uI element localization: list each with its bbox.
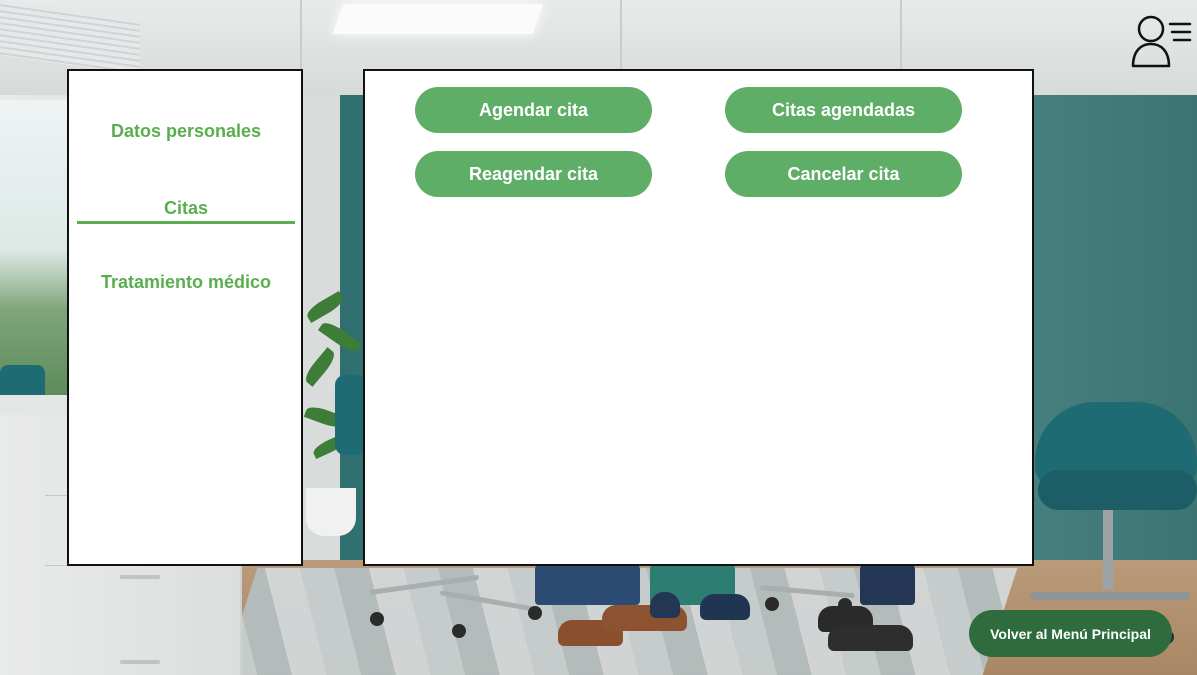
citas-agendadas-button[interactable]: Citas agendadas (725, 87, 962, 133)
back-to-main-menu-button[interactable]: Volver al Menú Principal (969, 610, 1172, 657)
agendar-cita-button[interactable]: Agendar cita (415, 87, 652, 133)
background-counter (0, 395, 68, 415)
ceiling-light (332, 4, 544, 34)
user-menu-icon[interactable] (1128, 14, 1192, 70)
plant-pot (306, 488, 356, 536)
cancelar-cita-button[interactable]: Cancelar cita (725, 151, 962, 197)
reagendar-cita-button[interactable]: Reagendar cita (415, 151, 652, 197)
citas-panel: Agendar cita Citas agendadas Reagendar c… (363, 69, 1034, 566)
sidebar-item-citas[interactable]: Citas (77, 198, 295, 224)
user-menu-icon-graphic (1131, 15, 1192, 68)
background-window (0, 100, 68, 400)
sidebar-item-tratamiento-medico[interactable]: Tratamiento médico (77, 272, 295, 293)
background-chair-left (335, 375, 365, 455)
sidebar-nav: Datos personales Citas Tratamiento médic… (67, 69, 303, 566)
sidebar-item-datos-personales[interactable]: Datos personales (77, 121, 295, 142)
